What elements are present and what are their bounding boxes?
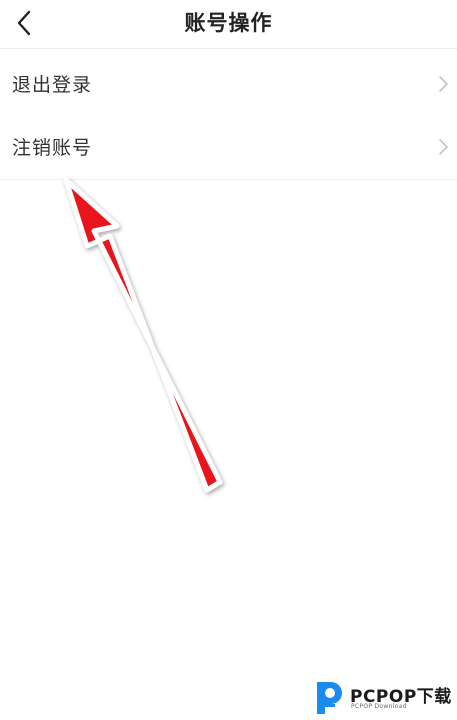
chevron-right-icon	[439, 75, 448, 92]
page-title: 账号操作	[184, 11, 273, 35]
pcpop-logo-icon	[317, 682, 342, 714]
top-bar: 账号操作	[0, 0, 457, 49]
list-divider	[0, 179, 457, 180]
watermark: PCPOP下载 PCPOP Download	[313, 678, 455, 716]
menu-item-logout[interactable]: 退出登录	[0, 52, 457, 115]
arrow-shape	[63, 177, 223, 493]
menu-item-label: 退出登录	[12, 74, 93, 96]
chevron-right-icon	[439, 138, 448, 155]
watermark-subtitle: PCPOP Download	[351, 703, 407, 710]
account-actions-list: 退出登录 注销账号	[0, 52, 457, 178]
menu-item-delete-account[interactable]: 注销账号	[0, 115, 457, 178]
menu-item-label: 注销账号	[12, 137, 93, 159]
